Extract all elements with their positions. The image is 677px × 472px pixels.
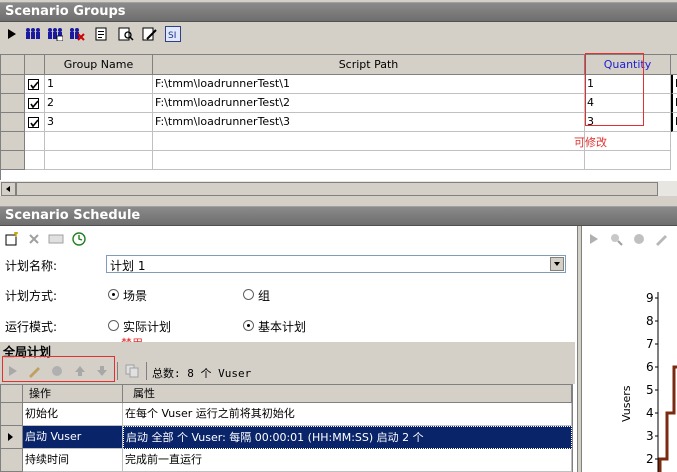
group-enable-checkbox[interactable]	[25, 113, 45, 132]
vusers-details-icon[interactable]	[46, 25, 64, 43]
run-mode-basic-radio[interactable]	[243, 320, 254, 331]
run-mode-real-label: 实际计划	[123, 320, 172, 334]
column-properties[interactable]: 属性	[123, 385, 572, 403]
scroll-thumb[interactable]	[16, 182, 658, 196]
column-script-path[interactable]: Script Path	[153, 55, 585, 75]
copy-icon[interactable]	[123, 362, 141, 380]
quantity-highlight-box	[585, 53, 644, 126]
y-tick-label: 4	[646, 406, 654, 420]
vusers-ramp-line	[658, 365, 677, 472]
action-cell[interactable]: 持续时间	[23, 449, 123, 472]
run-mode-basic-label: 基本计划	[258, 320, 307, 334]
disabled-highlight-box	[2, 356, 115, 382]
property-cell-selected[interactable]: 启动 全部 个 Vuser: 每隔 00:00:01 (HH:MM:SS) 启动…	[123, 426, 572, 449]
vusers-chart: 9 8 7 6 5 4 3 2 Vusers	[620, 291, 677, 472]
groups-toolbar: SI	[0, 22, 677, 46]
selected-row-indicator	[1, 426, 23, 449]
schedule-toolbar	[0, 226, 577, 252]
schedule-by-group-label: 组	[258, 289, 271, 303]
graph-edit-icon[interactable]	[652, 230, 670, 248]
schedule-graph-panel: 9 8 7 6 5 4 3 2 Vusers	[581, 226, 677, 472]
extra-cell: lo	[671, 75, 677, 94]
graph-play-icon[interactable]	[585, 230, 603, 248]
scenario-groups-title: Scenario Groups	[0, 2, 677, 22]
schedule-timer-icon[interactable]	[70, 230, 88, 248]
group-enable-checkbox[interactable]	[25, 75, 45, 94]
schedule-name-dropdown[interactable]: 计划 1	[106, 255, 566, 273]
editable-annotation: 可修改	[574, 136, 607, 149]
y-tick-label: 8	[646, 314, 654, 328]
action-cell-selected[interactable]: 启动 Vuser	[23, 426, 123, 449]
run-mode-real-radio[interactable]	[108, 320, 119, 331]
rendezvous-icon[interactable]: SI	[164, 25, 182, 43]
actions-table: 操作 属性 初始化 在每个 Vuser 运行之前将其初始化 启动 Vuser 启…	[0, 384, 573, 472]
run-time-settings-icon[interactable]	[141, 25, 159, 43]
graph-zoom-icon[interactable]	[607, 230, 625, 248]
remove-group-icon[interactable]	[68, 25, 86, 43]
view-script-icon[interactable]	[117, 25, 135, 43]
graph-toolbar	[582, 226, 677, 252]
y-tick-label: 6	[646, 360, 654, 374]
scroll-left-arrow-icon[interactable]	[1, 182, 16, 196]
graph-settings-icon[interactable]	[630, 230, 648, 248]
extra-cell: lo	[671, 113, 677, 132]
script-path-cell[interactable]: F:\tmm\loadrunnerTest\3	[153, 113, 585, 132]
run-mode-label: 运行模式:	[5, 320, 58, 334]
schedule-name-label: 计划名称:	[5, 259, 58, 273]
group-enable-checkbox[interactable]	[25, 94, 45, 113]
column-action[interactable]: 操作	[23, 385, 123, 403]
chevron-down-icon[interactable]	[550, 257, 564, 271]
group-name-cell[interactable]: 3	[45, 113, 153, 132]
vusers-run-icon[interactable]	[24, 25, 42, 43]
y-tick-label: 3	[646, 429, 654, 443]
schedule-by-scenario-label: 场景	[123, 289, 148, 303]
group-name-cell[interactable]: 1	[45, 75, 153, 94]
schedule-panel: 计划名称: 计划 1 计划方式: 场景 组 运行模式: 实际计划 基本计划 禁用…	[0, 226, 578, 472]
schedule-by-scenario-radio[interactable]	[108, 289, 119, 300]
y-tick-label: 2	[646, 452, 654, 466]
extra-cell: lo	[671, 94, 677, 113]
groups-table: Group Name Script Path Quantity 1 F:\tmm…	[0, 54, 677, 182]
delete-schedule-icon[interactable]	[25, 230, 43, 248]
play-icon[interactable]	[3, 25, 21, 43]
y-tick-label: 9	[646, 291, 654, 305]
new-schedule-icon[interactable]	[3, 230, 21, 248]
action-cell[interactable]: 初始化	[23, 403, 123, 426]
y-tick-label: 5	[646, 383, 654, 397]
group-name-cell[interactable]: 2	[45, 94, 153, 113]
scenario-schedule-title: Scenario Schedule	[0, 206, 677, 226]
y-axis-label: Vusers	[620, 385, 633, 422]
schedule-by-group-radio[interactable]	[243, 289, 254, 300]
total-vusers-text: 总数: 8 个 Vuser	[152, 367, 252, 380]
details-icon[interactable]	[92, 25, 110, 43]
schedule-by-label: 计划方式:	[5, 289, 58, 303]
rename-schedule-icon[interactable]	[47, 230, 65, 248]
groups-horizontal-scrollbar[interactable]	[0, 180, 677, 196]
column-group-name[interactable]: Group Name	[45, 55, 153, 75]
property-cell[interactable]: 在每个 Vuser 运行之前将其初始化	[123, 403, 572, 426]
script-path-cell[interactable]: F:\tmm\loadrunnerTest\1	[153, 75, 585, 94]
y-tick-label: 7	[646, 337, 654, 351]
script-path-cell[interactable]: F:\tmm\loadrunnerTest\2	[153, 94, 585, 113]
property-cell[interactable]: 完成前一直运行	[123, 449, 572, 472]
svg-text:SI: SI	[168, 31, 176, 41]
